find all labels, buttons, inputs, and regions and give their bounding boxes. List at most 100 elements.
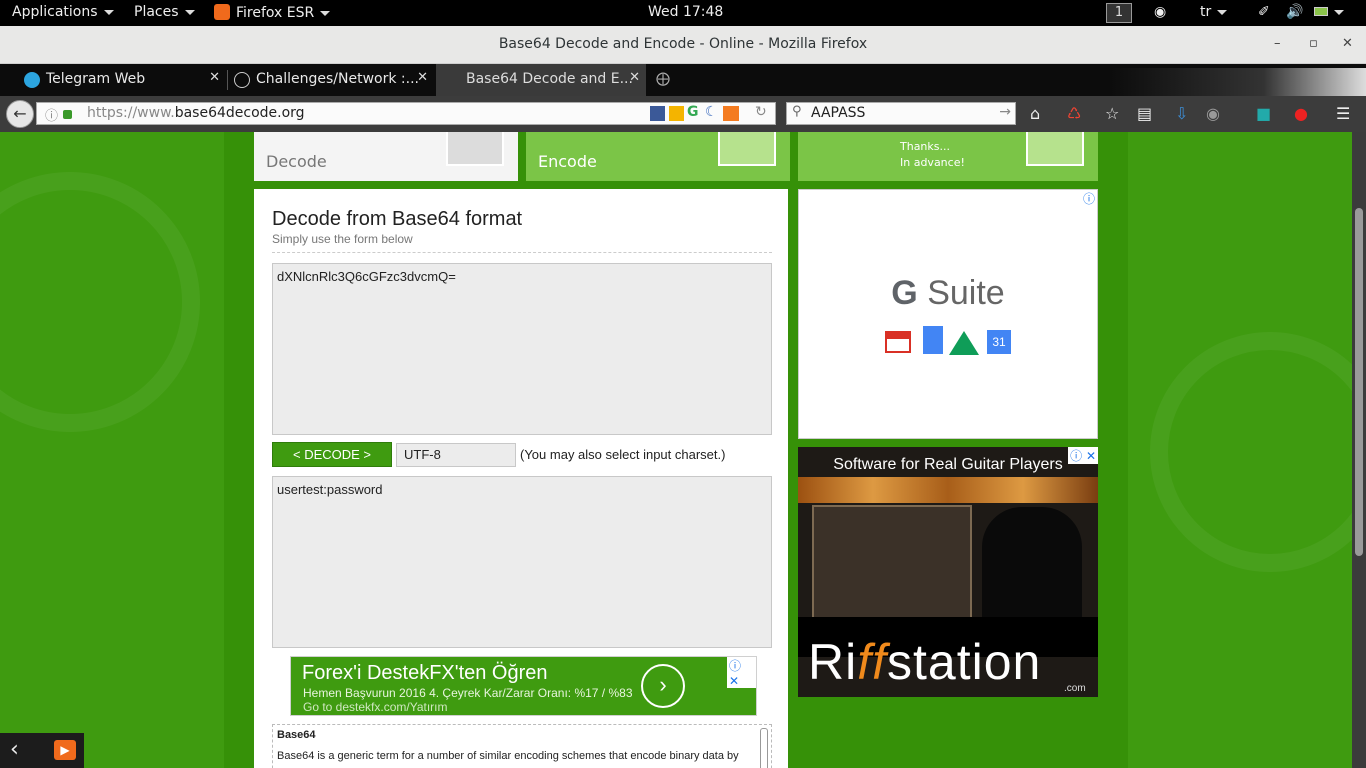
riff-brand-a: Ri bbox=[808, 634, 858, 690]
divider bbox=[272, 252, 772, 253]
keyboard-layout-menu[interactable]: tr bbox=[1200, 4, 1228, 20]
maximize-icon[interactable]: ▫ bbox=[1309, 36, 1318, 51]
chevron-down-icon bbox=[320, 10, 331, 16]
decode-panel: Decode from Base64 format Simply use the… bbox=[254, 189, 788, 768]
firefox-icon bbox=[214, 4, 230, 20]
adchoices-icon[interactable]: ⓘ ✕ bbox=[727, 657, 756, 688]
thanks-tile[interactable]: Thanks... In advance! bbox=[798, 132, 1098, 181]
encode-tab[interactable]: Encode bbox=[526, 132, 790, 181]
bookmark-icon[interactable] bbox=[669, 106, 684, 121]
back-button[interactable]: ← bbox=[6, 100, 34, 128]
chevron-left-icon[interactable]: ‹ bbox=[10, 737, 19, 762]
new-tab-button[interactable]: ⨁ bbox=[654, 64, 674, 96]
navigation-toolbar: ← ⓘ https://www.base64decode.org G ☾ ↻ ⚲… bbox=[0, 96, 1366, 132]
play-icon[interactable]: ▶ bbox=[54, 740, 76, 760]
url-domain: base64decode.org bbox=[174, 105, 305, 121]
reading-list-icon[interactable]: ▤ bbox=[1137, 104, 1152, 123]
addon-icon[interactable]: ◉ bbox=[1206, 104, 1220, 123]
tab-challenges[interactable]: Challenges/Network :... ✕ bbox=[228, 64, 434, 96]
tab-strip: Telegram Web ✕ Challenges/Network :... ✕… bbox=[0, 64, 1366, 96]
drive-icon bbox=[949, 331, 979, 355]
info-scrollbar[interactable] bbox=[760, 728, 768, 768]
gsuite-logo: G Suite bbox=[799, 274, 1097, 313]
encode-tab-label: Encode bbox=[538, 152, 597, 171]
decode-tab[interactable]: Decode bbox=[254, 132, 518, 181]
decoded-output[interactable]: usertest:password bbox=[272, 476, 772, 648]
forex-ad-link[interactable]: Go to destekfx.com/Yatırım bbox=[303, 700, 448, 714]
facebook-icon[interactable] bbox=[650, 106, 665, 121]
docs-icon bbox=[923, 326, 943, 354]
lock-icon[interactable] bbox=[63, 110, 72, 119]
minimize-icon[interactable]: – bbox=[1274, 36, 1281, 51]
adchoices-icon[interactable]: ⓘ bbox=[1083, 190, 1095, 207]
home-icon[interactable]: ⌂ bbox=[1030, 104, 1040, 123]
workspace-indicator[interactable]: 1 bbox=[1106, 3, 1132, 23]
tab-base64[interactable]: Base64 Decode and E... ✕ bbox=[436, 64, 646, 96]
moon-icon[interactable]: ☾ bbox=[705, 104, 718, 120]
close-icon[interactable]: ✕ bbox=[1342, 36, 1353, 51]
url-bar[interactable]: ⓘ https://www.base64decode.org G ☾ ↻ bbox=[36, 102, 776, 125]
search-input[interactable]: AAPASS bbox=[811, 105, 865, 121]
tab-label: Base64 Decode and E... bbox=[466, 71, 633, 87]
riff-brand-ff: ff bbox=[857, 634, 888, 690]
forex-ad-text: Hemen Başvurun 2016 4. Çeyrek Kar/Zarar … bbox=[303, 686, 633, 700]
url-prefix: https://www. bbox=[87, 105, 175, 121]
firefox-app-menu[interactable]: Firefox ESR bbox=[214, 4, 331, 21]
close-tab-icon[interactable]: ✕ bbox=[209, 70, 220, 85]
download-icon[interactable]: ⇩ bbox=[1175, 104, 1188, 123]
places-menu[interactable]: Places bbox=[134, 4, 195, 20]
keyboard-layout-label: tr bbox=[1200, 4, 1212, 20]
extension-icon[interactable]: ■ bbox=[1256, 104, 1271, 123]
arrow-right-icon[interactable]: → bbox=[999, 104, 1011, 120]
base64-input[interactable]: dXNlcnRlc3Q6cGFzc3dvcmQ= bbox=[272, 263, 772, 435]
decode-tab-label: Decode bbox=[266, 152, 327, 171]
globe-icon bbox=[1026, 132, 1084, 166]
applications-label: Applications bbox=[12, 4, 98, 20]
background-pattern bbox=[0, 172, 200, 432]
firefox-app-label: Firefox ESR bbox=[236, 5, 315, 21]
flag-icon[interactable]: ● bbox=[1294, 104, 1308, 123]
search-bar[interactable]: ⚲ AAPASS → bbox=[786, 102, 1016, 125]
gsuite-ad[interactable]: ⓘ G Suite 31 bbox=[798, 189, 1098, 439]
riffstation-ad[interactable]: Software for Real Guitar Players Riffsta… bbox=[798, 447, 1098, 697]
background-pattern bbox=[1150, 332, 1352, 572]
adchoices-icon[interactable]: ⓘ ✕ bbox=[1068, 447, 1098, 464]
translate-icon[interactable]: ♺ bbox=[1067, 104, 1081, 123]
pen-icon[interactable]: ✐ bbox=[1258, 4, 1270, 20]
arrow-right-icon[interactable]: › bbox=[641, 664, 685, 708]
site-content: Decode Encode Thanks... In advance! Deco… bbox=[224, 132, 1128, 768]
charset-select[interactable]: UTF-8 bbox=[396, 443, 516, 467]
close-tab-icon[interactable]: ✕ bbox=[417, 70, 428, 85]
volume-icon[interactable]: 🔊 bbox=[1286, 4, 1303, 20]
info-icon[interactable]: ⓘ bbox=[45, 105, 58, 124]
forex-ad[interactable]: Forex'i DestekFX'ten Öğren Hemen Başvuru… bbox=[290, 656, 757, 716]
tab-label: Telegram Web bbox=[46, 71, 146, 87]
reload-icon[interactable]: ↻ bbox=[755, 104, 767, 120]
document-icon bbox=[446, 132, 504, 166]
tab-telegram[interactable]: Telegram Web ✕ bbox=[14, 64, 226, 96]
close-tab-icon[interactable]: ✕ bbox=[629, 70, 640, 85]
telegram-icon bbox=[24, 72, 40, 88]
decode-button[interactable]: < DECODE > bbox=[272, 442, 392, 467]
globe-icon bbox=[234, 72, 250, 88]
window-title: Base64 Decode and Encode - Online - Mozi… bbox=[498, 36, 868, 52]
page-title: Decode from Base64 format bbox=[272, 208, 523, 230]
forex-ad-title[interactable]: Forex'i DestekFX'ten Öğren bbox=[302, 662, 548, 685]
applications-menu[interactable]: Applications bbox=[12, 4, 114, 20]
chevron-down-icon bbox=[103, 9, 114, 15]
clock[interactable]: Wed 17:48 bbox=[648, 4, 723, 20]
scrollbar-thumb[interactable] bbox=[1355, 208, 1363, 556]
chevron-down-icon bbox=[1217, 9, 1228, 15]
base64-info-box: Base64 Base64 is a generic term for a nu… bbox=[272, 724, 772, 768]
page-viewport: Decode Encode Thanks... In advance! Deco… bbox=[0, 132, 1352, 768]
star-icon[interactable]: ☆ bbox=[1105, 104, 1119, 123]
chevron-down-icon bbox=[1334, 9, 1344, 15]
window-title-bar: Base64 Decode and Encode - Online - Mozi… bbox=[0, 26, 1366, 64]
hamburger-menu-icon[interactable]: ☰ bbox=[1336, 104, 1350, 123]
battery-icon[interactable] bbox=[1314, 4, 1344, 20]
page-scrollbar[interactable] bbox=[1352, 132, 1366, 768]
g-icon[interactable]: G bbox=[687, 104, 699, 120]
chart-icon[interactable] bbox=[723, 106, 739, 121]
camera-icon[interactable]: ◉ bbox=[1154, 4, 1166, 20]
riffstation-logo: Riffstation bbox=[808, 633, 1041, 691]
